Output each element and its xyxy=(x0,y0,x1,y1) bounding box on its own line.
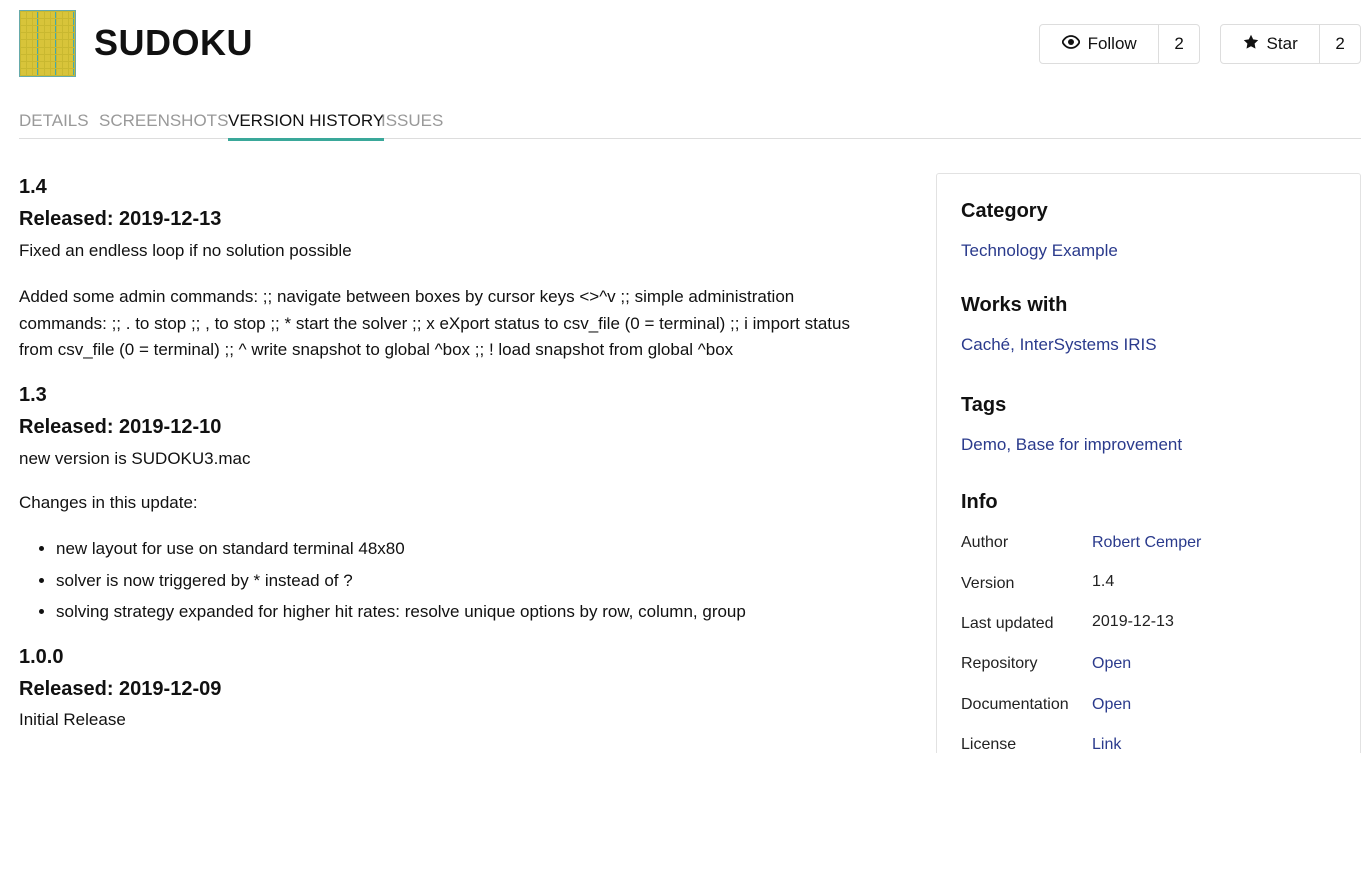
version-note: commands: ;; . to stop ;; , to stop ;; *… xyxy=(19,314,850,333)
info-label-repository: Repository xyxy=(961,655,1038,672)
version-number: 1.0.0 xyxy=(19,646,64,668)
works-with-link[interactable]: Caché, InterSystems IRIS xyxy=(961,335,1157,355)
release-date: Released: 2019-12-10 xyxy=(19,416,222,438)
version-note: Initial Release xyxy=(19,710,126,729)
works-with-heading: Works with xyxy=(961,294,1068,316)
tab-issues[interactable]: ISSUES xyxy=(381,108,443,138)
license-link[interactable]: Link xyxy=(1092,736,1121,753)
version-number: 1.4 xyxy=(19,176,47,198)
tab-bar: DETAILS SCREENSHOTS VERSION HISTORY ISSU… xyxy=(19,108,1361,141)
star-icon xyxy=(1243,34,1259,55)
star-count[interactable]: 2 xyxy=(1320,25,1360,63)
info-heading: Info xyxy=(961,491,998,513)
star-button-group: Star 2 xyxy=(1220,24,1361,64)
info-label-last-updated: Last updated xyxy=(961,615,1054,632)
release-date: Released: 2019-12-13 xyxy=(19,208,222,230)
star-button[interactable]: Star xyxy=(1221,25,1321,63)
follow-label: Follow xyxy=(1087,34,1137,53)
version-note: Added some admin commands: ;; navigate b… xyxy=(19,287,795,306)
eye-icon xyxy=(1061,34,1081,54)
last-updated-value: 2019-12-13 xyxy=(1092,613,1174,630)
release-date: Released: 2019-12-09 xyxy=(19,678,222,700)
author-link[interactable]: Robert Cemper xyxy=(1092,534,1201,552)
follow-count[interactable]: 2 xyxy=(1159,25,1199,63)
version-note: Fixed an endless loop if no solution pos… xyxy=(19,241,352,260)
category-link[interactable]: Technology Example xyxy=(961,241,1118,261)
list-item: solver is now triggered by * instead of … xyxy=(56,565,746,597)
tab-details[interactable]: DETAILS xyxy=(19,108,89,138)
page-title: SUDOKU xyxy=(94,22,254,63)
follow-button-group: Follow 2 xyxy=(1039,24,1200,64)
version-note: Changes in this update: xyxy=(19,493,198,512)
version-value: 1.4 xyxy=(1092,573,1115,590)
app-header: SUDOKU Follow 2 Star 2 xyxy=(19,10,1361,78)
category-heading: Category xyxy=(961,200,1048,222)
info-label-license: License xyxy=(961,736,1017,753)
info-label-version: Version xyxy=(961,575,1015,592)
info-label-documentation: Documentation xyxy=(961,696,1069,713)
tags-link[interactable]: Demo, Base for improvement xyxy=(961,435,1182,455)
tab-screenshots[interactable]: SCREENSHOTS xyxy=(99,108,228,138)
list-item: solving strategy expanded for higher hit… xyxy=(56,596,746,628)
tab-version-history[interactable]: VERSION HISTORY xyxy=(228,108,385,141)
sudoku-logo xyxy=(19,10,76,77)
documentation-link[interactable]: Open xyxy=(1092,696,1131,714)
star-label: Star xyxy=(1266,34,1298,53)
tags-heading: Tags xyxy=(961,394,1007,416)
info-label-author: Author xyxy=(961,534,1009,551)
sidebar-panel: Category Technology Example Works with C… xyxy=(936,173,1361,753)
follow-button[interactable]: Follow xyxy=(1040,25,1160,63)
version-note: new version is SUDOKU3.mac xyxy=(19,449,251,468)
change-list: new layout for use on standard terminal … xyxy=(19,533,746,628)
version-number: 1.3 xyxy=(19,384,47,406)
version-note: from csv_file (0 = terminal) ;; ^ write … xyxy=(19,340,734,359)
repository-link[interactable]: Open xyxy=(1092,655,1131,673)
list-item: new layout for use on standard terminal … xyxy=(56,533,746,565)
